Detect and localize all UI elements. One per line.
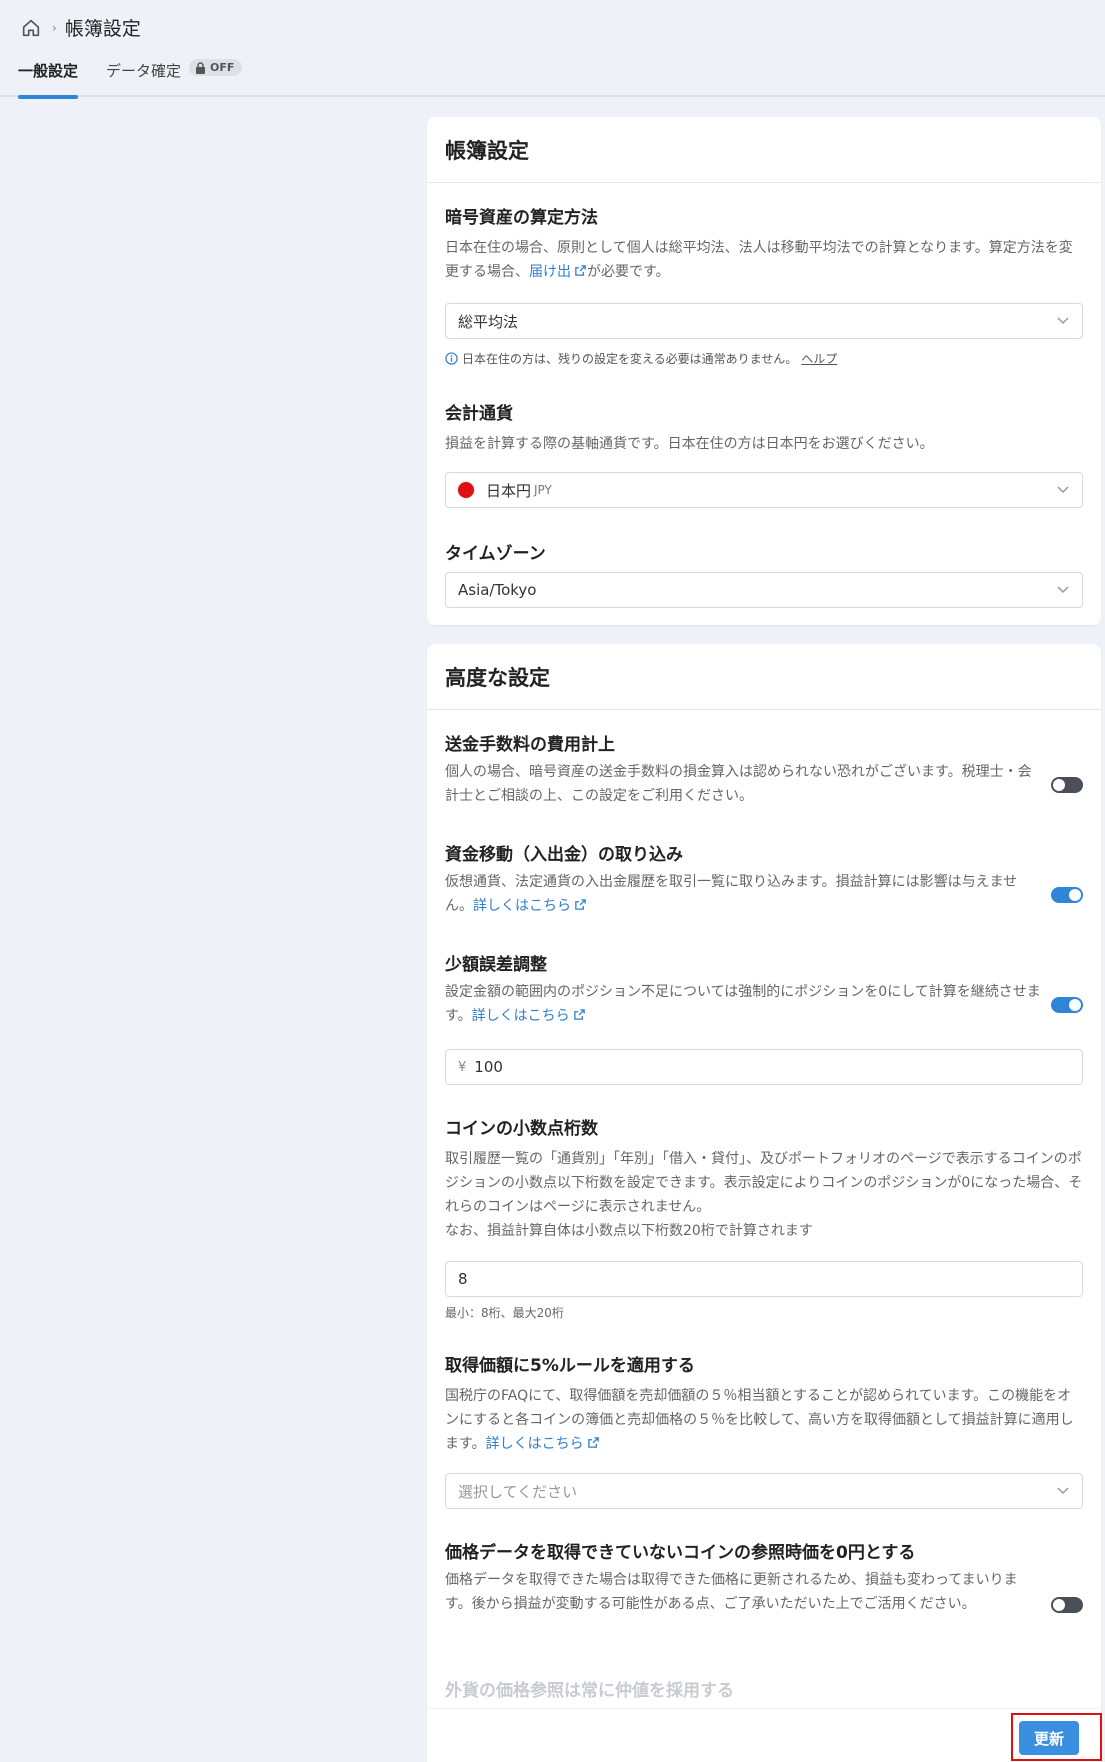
select-value: Asia/Tokyo (458, 581, 537, 599)
transfer-description: 仮想通貨、法定通貨の入出金履歴を取引一覧に取り込みます。損益計算には影響は与えま… (445, 870, 1043, 918)
select-placeholder: 選択してください (458, 1482, 578, 1501)
section-title: 少額誤差調整 (445, 955, 547, 975)
currency-code: JPY (534, 483, 552, 497)
currency-symbol: ¥ (458, 1059, 467, 1075)
advanced-settings-card: 高度な設定 送金手数料の費用計上 個人の場合、暗号資産の送金手数料の損金算入は認… (427, 644, 1101, 1762)
info-icon (445, 352, 458, 365)
help-link[interactable]: ヘルプ (801, 350, 837, 367)
section-title: 暗号資産の算定方法 (445, 208, 598, 228)
details-link[interactable]: 詳しくはこちら (473, 898, 587, 914)
chevron-down-icon (1057, 586, 1069, 594)
small-diff-amount-input[interactable]: ¥ 100 (445, 1049, 1083, 1085)
tab-general[interactable]: 一般設定 (18, 60, 79, 99)
transfer-section-title: 資金移動（入出金）の取り込み (445, 840, 1083, 865)
header: › 帳簿設定 一般設定 データ確定 OFF (0, 0, 1105, 99)
help-note: 日本在住の方は、残りの設定を変える必要は通常ありません。 ヘルプ (445, 350, 837, 367)
timezone-section: タイムゾーン (445, 539, 1083, 564)
decimals-section: コインの小数点桁数 取引履歴一覧の「通貨別」「年別」「借入・貸付」、及びポートフ… (445, 1114, 1083, 1243)
section-title: 送金手数料の費用計上 (445, 735, 615, 755)
decimals-input[interactable]: 8 (445, 1261, 1083, 1297)
card-title: 高度な設定 (427, 644, 1101, 710)
section-title: 会計通貨 (445, 404, 513, 424)
footer-bar: 更新 (427, 1708, 1101, 1762)
external-link-icon (587, 1437, 599, 1448)
external-link-icon (573, 1009, 585, 1020)
tab-data-lock-label: データ確定 (106, 62, 182, 80)
tab-bar: 一般設定 データ確定 OFF (18, 59, 243, 99)
details-link[interactable]: 詳しくはこちら (486, 1436, 600, 1452)
input-value: 100 (474, 1058, 503, 1076)
desc-text-2: なお、損益計算自体は小数点以下桁数20桁で計算されます (445, 1223, 813, 1239)
card-title: 帳簿設定 (427, 117, 1101, 183)
chevron-down-icon (1057, 317, 1069, 325)
fee-toggle[interactable] (1051, 777, 1083, 793)
details-link[interactable]: 詳しくはこちら (472, 1008, 586, 1024)
breadcrumb-separator: › (52, 20, 57, 35)
small-diff-toggle[interactable] (1051, 997, 1083, 1013)
section-title: 価格データを取得できていないコインの参照時価を0円とする (445, 1543, 916, 1563)
five-percent-select[interactable]: 選択してください (445, 1473, 1083, 1509)
tab-data-lock[interactable]: データ確定 OFF (106, 59, 243, 95)
zero-price-section-title: 価格データを取得できていないコインの参照時価を0円とする (445, 1538, 1083, 1563)
toggle-knob (1053, 779, 1065, 791)
section-description: 国税庁のFAQにて、取得価額を売却価額の５％相当額とすることが認められています。… (445, 1384, 1083, 1456)
link-label: 詳しくはこちら (473, 898, 571, 914)
desc-text-after: が必要です。 (587, 264, 670, 280)
desc-text: 取引履歴一覧の「通貨別」「年別」「借入・貸付」、及びポートフォリオのページで表示… (445, 1151, 1083, 1215)
small-diff-section-title: 少額誤差調整 (445, 950, 1083, 975)
breadcrumb: › 帳簿設定 (20, 14, 141, 41)
fee-section-title: 送金手数料の費用計上 (445, 730, 1083, 755)
section-description: 損益を計算する際の基軸通貨です。日本在住の方は日本円をお選びください。 (445, 436, 934, 452)
section-title: 取得価額に5%ルールを適用する (445, 1356, 695, 1376)
page-title: 帳簿設定 (64, 18, 141, 40)
link-label: 届け出 (529, 264, 571, 280)
update-button-highlight (1011, 1713, 1102, 1761)
calc-method-select[interactable]: 総平均法 (445, 303, 1083, 339)
small-diff-description: 設定金額の範囲内のポジション不足については強制的にポジションを0にして計算を継続… (445, 980, 1043, 1028)
toggle-knob (1053, 1599, 1065, 1611)
external-link-icon (575, 265, 586, 276)
chevron-down-icon (1057, 1487, 1069, 1495)
fee-description: 個人の場合、暗号資産の送金手数料の損金算入は認められない恐れがございます。税理士… (445, 764, 1032, 804)
currency-section: 会計通貨 損益を計算する際の基軸通貨です。日本在住の方は日本円をお選びください。 (445, 399, 1083, 456)
note-text: 日本在住の方は、残りの設定を変える必要は通常ありません。 (462, 352, 798, 366)
japan-flag-icon (458, 482, 474, 498)
section-title: コインの小数点桁数 (445, 1119, 598, 1139)
section-title: タイムゾーン (445, 544, 546, 564)
link-label: 詳しくはこちら (485, 1436, 584, 1452)
calc-method-section: 暗号資産の算定方法 日本在住の場合、原則として個人は総平均法、法人は移動平均法で… (445, 203, 1083, 284)
toggle-knob (1069, 999, 1081, 1011)
section-title: 資金移動（入出金）の取り込み (445, 845, 683, 865)
lock-icon (196, 61, 206, 74)
status-badge-label: OFF (210, 61, 235, 74)
external-link-icon (575, 899, 586, 910)
notification-link[interactable]: 届け出 (529, 264, 587, 280)
select-value: 日本円 (486, 481, 532, 500)
section-description: 日本在住の場合、原則として個人は総平均法、法人は移動平均法での計算となります。算… (445, 236, 1083, 284)
zero-price-description: 価格データを取得できた場合は取得できた価格に更新されるため、損益も変わってまいり… (445, 1572, 1018, 1612)
fx-mid-section-title: 外貨の価格参照は常に仲値を採用する (445, 1681, 734, 1701)
input-value: 8 (458, 1270, 468, 1288)
status-badge: OFF (189, 59, 243, 76)
home-icon[interactable] (20, 17, 42, 39)
chevron-down-icon (1057, 486, 1069, 494)
link-label: 詳しくはこちら (471, 1008, 570, 1024)
five-percent-section: 取得価額に5%ルールを適用する 国税庁のFAQにて、取得価額を売却価額の５％相当… (445, 1351, 1083, 1456)
zero-price-toggle[interactable] (1051, 1597, 1083, 1613)
select-value: 総平均法 (458, 312, 519, 331)
decimals-hint: 最小：8桁、最大20桁 (445, 1306, 564, 1320)
transfer-toggle[interactable] (1051, 887, 1083, 903)
currency-select[interactable]: 日本円 JPY (445, 472, 1083, 508)
section-description: 取引履歴一覧の「通貨別」「年別」「借入・貸付」、及びポートフォリオのページで表示… (445, 1147, 1083, 1243)
toggle-knob (1069, 889, 1081, 901)
ledger-settings-card: 帳簿設定 暗号資産の算定方法 日本在住の場合、原則として個人は総平均法、法人は移… (427, 117, 1101, 625)
timezone-select[interactable]: Asia/Tokyo (445, 572, 1083, 608)
